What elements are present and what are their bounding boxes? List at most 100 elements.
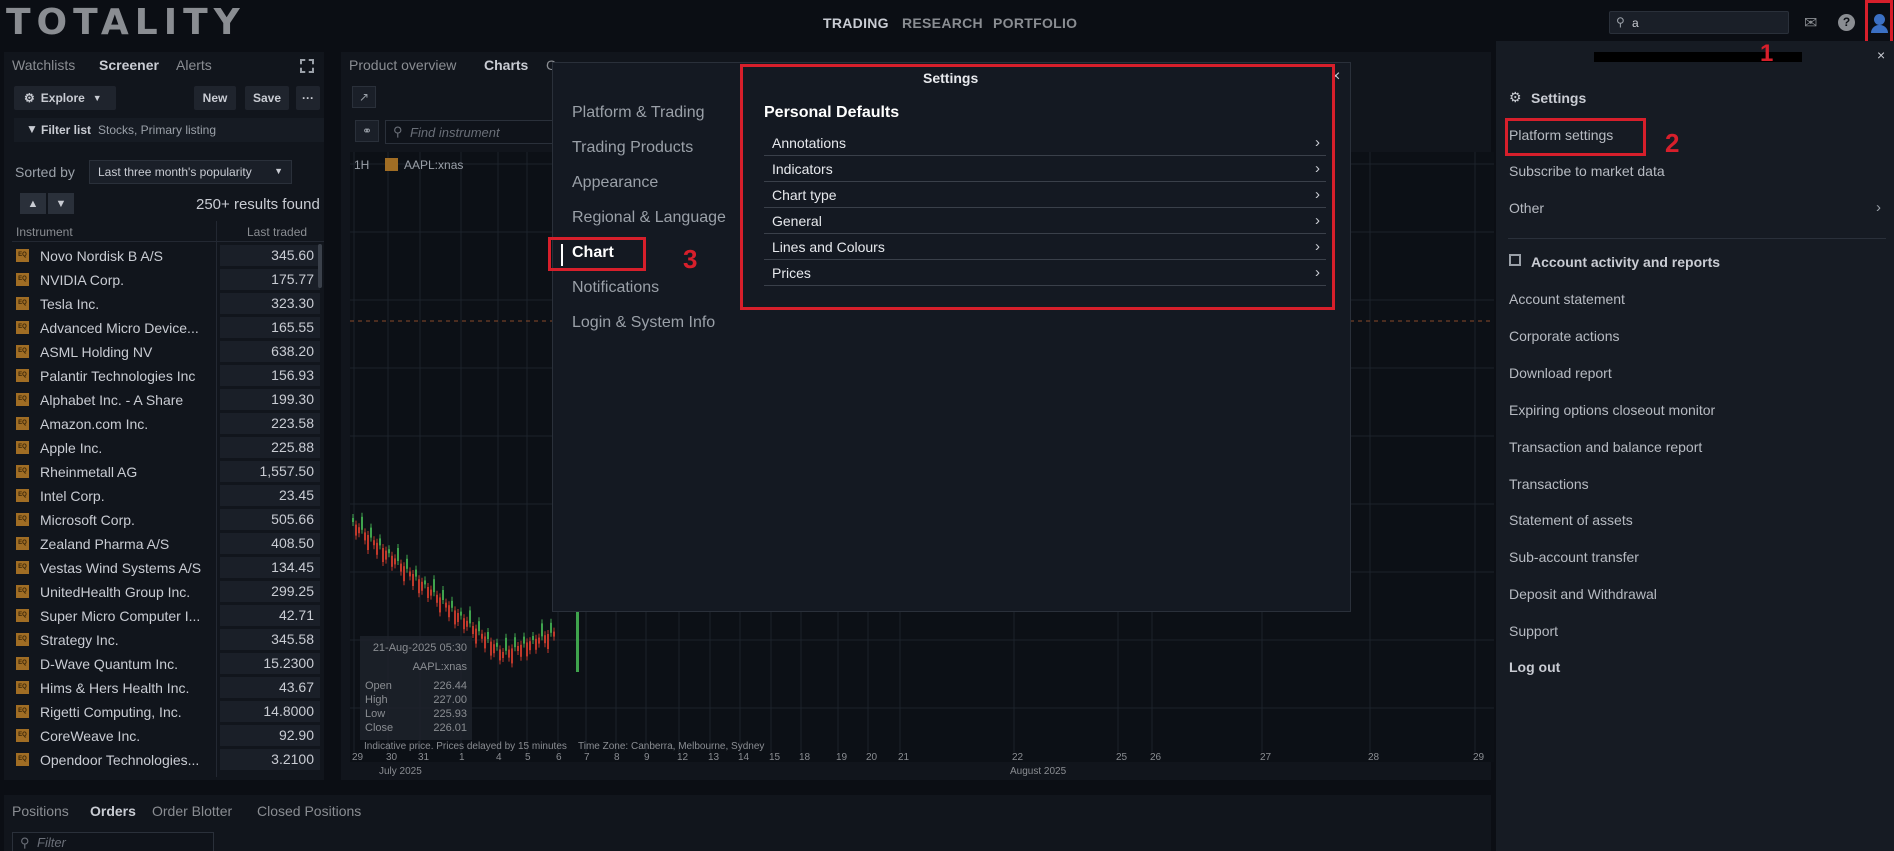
x-tick-label: 31	[418, 752, 430, 763]
sort-select[interactable]: Last three month's popularity ▼	[89, 160, 292, 184]
user-menu-button[interactable]	[1865, 0, 1893, 46]
instrument-list-scrollbar[interactable]	[318, 244, 322, 288]
drawer-account-item[interactable]: Sub-account transfer	[1509, 549, 1639, 565]
drawer-account-item[interactable]: Corporate actions	[1509, 328, 1620, 344]
annotation-box-platform-settings	[1505, 118, 1646, 156]
tab-closed-positions[interactable]: Closed Positions	[257, 803, 361, 819]
search-icon: ⚲	[1616, 15, 1625, 29]
tab-positions[interactable]: Positions	[12, 803, 69, 819]
orders-filter-input[interactable]: ⚲ Filter	[12, 832, 214, 851]
drawer-subscribe-market-data[interactable]: Subscribe to market data	[1509, 163, 1665, 179]
settings-menu-platform-trading[interactable]: Platform & Trading	[572, 104, 705, 122]
more-button[interactable]: ···	[296, 86, 320, 110]
instrument-row[interactable]: EQ Apple Inc. 225.88	[12, 436, 324, 460]
instrument-row[interactable]: EQ Intel Corp. 23.45	[12, 484, 324, 508]
expand-icon[interactable]	[300, 59, 314, 73]
instrument-row[interactable]: EQ ASML Holding NV 638.20	[12, 340, 324, 364]
drawer-account-item[interactable]: Transaction and balance report	[1509, 439, 1702, 455]
instrument-row[interactable]: EQ Tesla Inc. 323.30	[12, 292, 324, 316]
tab-charts[interactable]: Charts	[484, 57, 528, 73]
settings-menu-regional-language[interactable]: Regional & Language	[572, 209, 726, 227]
settings-menu-trading-products[interactable]: Trading Products	[572, 139, 693, 157]
settings-menu-notifications[interactable]: Notifications	[572, 279, 659, 297]
chart-interval[interactable]: 1H	[354, 158, 369, 172]
drawer-account-item[interactable]: Statement of assets	[1509, 512, 1633, 528]
drawer-logout[interactable]: Log out	[1509, 659, 1560, 675]
nav-research[interactable]: RESEARCH	[902, 15, 983, 31]
settings-menu-appearance[interactable]: Appearance	[572, 174, 658, 192]
instrument-row[interactable]: EQ Palantir Technologies Inc 156.93	[12, 364, 324, 388]
ohlc-high: 227.00	[433, 694, 467, 706]
instrument-price: 42.71	[220, 605, 320, 626]
candle-body	[550, 622, 552, 633]
help-icon[interactable]: ?	[1838, 14, 1855, 31]
instrument-row[interactable]: EQ CoreWeave Inc. 92.90	[12, 724, 324, 748]
candle-body	[415, 569, 417, 577]
nav-trading[interactable]: TRADING	[823, 15, 889, 31]
candle-body	[576, 612, 579, 672]
instrument-row[interactable]: EQ D-Wave Quantum Inc. 15.2300	[12, 652, 324, 676]
find-instrument-input[interactable]: ⚲ Find instrument	[385, 120, 555, 144]
instrument-price: 299.25	[220, 581, 320, 602]
annotation-number-1: 1	[1760, 40, 1774, 67]
tab-screener[interactable]: Screener	[99, 57, 159, 73]
sort-down-button[interactable]: ▼	[48, 193, 74, 214]
drawer-close-icon[interactable]: ×	[1877, 47, 1885, 63]
drawer-account-item[interactable]: Transactions	[1509, 476, 1589, 492]
global-search-input[interactable]	[1632, 14, 1782, 31]
column-last-traded[interactable]: Last traded	[247, 225, 307, 239]
new-button[interactable]: New	[194, 86, 236, 110]
drawer-account-item[interactable]: Expiring options closeout monitor	[1509, 402, 1715, 418]
instrument-row[interactable]: EQ Amazon.com Inc. 223.58	[12, 412, 324, 436]
explore-label: Explore	[40, 91, 85, 105]
column-instrument[interactable]: Instrument	[16, 225, 73, 239]
candle-body	[430, 589, 432, 596]
equity-icon: EQ	[16, 609, 29, 622]
tab-orders[interactable]: Orders	[90, 803, 136, 819]
filter-list[interactable]: ▼ Filter list Stocks, Primary listing	[14, 118, 324, 142]
nav-portfolio[interactable]: PORTFOLIO	[993, 15, 1077, 31]
drawer-account-item[interactable]: Support	[1509, 623, 1558, 639]
candle-body	[388, 549, 390, 554]
instrument-row[interactable]: EQ Rigetti Computing, Inc. 14.8000	[12, 700, 324, 724]
mail-icon[interactable]: ✉	[1804, 13, 1817, 33]
sort-up-button[interactable]: ▲	[20, 193, 46, 214]
chart-symbol[interactable]: AAPL:xnas	[404, 158, 463, 172]
equity-icon: EQ	[16, 249, 29, 262]
ohlc-symbol: AAPL:xnas	[412, 661, 467, 673]
settings-menu-login-system-info[interactable]: Login & System Info	[572, 314, 715, 332]
popout-icon[interactable]: ↗	[352, 86, 376, 108]
instrument-row[interactable]: EQ Zealand Pharma A/S 408.50	[12, 532, 324, 556]
equity-icon: EQ	[16, 729, 29, 742]
tab-watchlists[interactable]: Watchlists	[12, 57, 75, 73]
instrument-row[interactable]: EQ Alphabet Inc. - A Share 199.30	[12, 388, 324, 412]
instrument-row[interactable]: EQ Hims & Hers Health Inc. 43.67	[12, 676, 324, 700]
tab-order-blotter[interactable]: Order Blotter	[152, 803, 232, 819]
instrument-row[interactable]: EQ Strategy Inc. 345.58	[12, 628, 324, 652]
instrument-row[interactable]: EQ Rheinmetall AG 1,557.50	[12, 460, 324, 484]
candle-body	[445, 602, 447, 608]
instrument-row[interactable]: EQ Opendoor Technologies... 3.2100	[12, 748, 324, 772]
search-icon: ⚲	[393, 124, 403, 139]
instrument-row[interactable]: EQ Advanced Micro Device... 165.55	[12, 316, 324, 340]
instrument-row[interactable]: EQ NVIDIA Corp. 175.77	[12, 268, 324, 292]
explore-dropdown[interactable]: ⚙ Explore ▼	[14, 86, 116, 110]
instrument-row[interactable]: EQ Vestas Wind Systems A/S 134.45	[12, 556, 324, 580]
logo[interactable]: TOTALITY	[6, 2, 246, 43]
instrument-row[interactable]: EQ Microsoft Corp. 505.66	[12, 508, 324, 532]
drawer-account-item[interactable]: Download report	[1509, 365, 1612, 381]
drawer-account-item[interactable]: Deposit and Withdrawal	[1509, 586, 1657, 602]
equity-icon: EQ	[16, 273, 29, 286]
drawer-account-item[interactable]: Account statement	[1509, 291, 1625, 307]
instrument-price: 175.77	[220, 269, 320, 290]
drawer-other[interactable]: Other	[1509, 200, 1544, 216]
tab-alerts[interactable]: Alerts	[176, 57, 212, 73]
global-search[interactable]: ⚲	[1609, 11, 1789, 34]
instrument-row[interactable]: EQ UnitedHealth Group Inc. 299.25	[12, 580, 324, 604]
save-button[interactable]: Save	[245, 86, 289, 110]
instrument-row[interactable]: EQ Super Micro Computer I... 42.71	[12, 604, 324, 628]
instrument-row[interactable]: EQ Novo Nordisk B A/S 345.60	[12, 244, 324, 268]
tab-product-overview[interactable]: Product overview	[349, 57, 456, 73]
link-icon[interactable]: ⚭	[355, 120, 379, 142]
candle-body	[478, 621, 480, 632]
